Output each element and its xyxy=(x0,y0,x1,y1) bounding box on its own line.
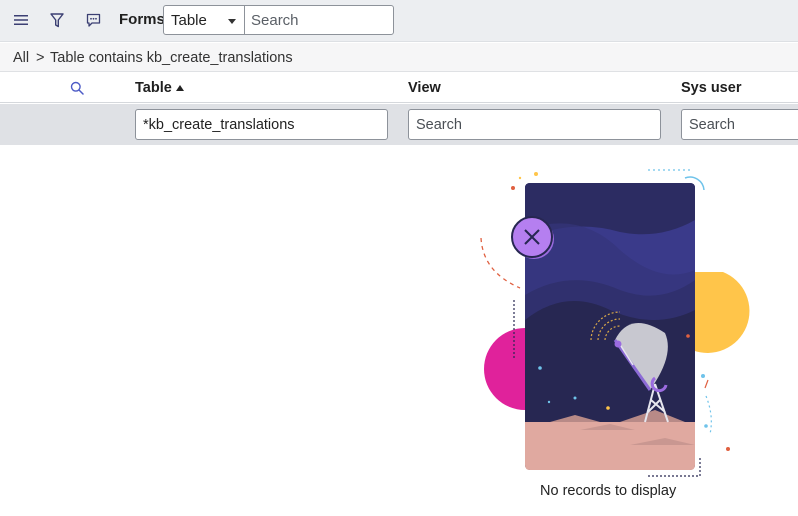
magnifier-icon[interactable] xyxy=(70,81,84,100)
breadcrumb-all-link[interactable]: All xyxy=(13,50,29,66)
chevron-down-icon xyxy=(228,19,236,24)
breadcrumb: All > Table contains kb_create_translati… xyxy=(0,43,798,72)
empty-state-message: No records to display xyxy=(540,483,677,499)
column-header-sys-user[interactable]: Sys user xyxy=(681,80,741,96)
satellite-dish-empty-state xyxy=(470,160,750,480)
table-filter-input[interactable] xyxy=(135,109,388,140)
chat-bubble-icon[interactable] xyxy=(81,9,105,31)
page-title: Forms xyxy=(119,11,165,28)
sys-user-filter-input[interactable] xyxy=(681,109,798,140)
column-header-view[interactable]: View xyxy=(408,80,441,96)
hamburger-menu-icon[interactable] xyxy=(9,9,33,31)
view-filter-input[interactable] xyxy=(408,109,661,140)
breadcrumb-filter-link[interactable]: Table contains kb_create_translations xyxy=(50,50,293,66)
list-toolbar: Forms Table xyxy=(0,0,798,42)
search-input[interactable] xyxy=(244,5,394,35)
funnel-filter-icon[interactable] xyxy=(45,9,69,31)
column-filter-row xyxy=(0,104,798,145)
sort-ascending-icon[interactable] xyxy=(176,85,184,91)
breadcrumb-separator: > xyxy=(36,50,45,66)
column-header-table[interactable]: Table xyxy=(135,80,172,96)
table-header-row: Table View Sys user xyxy=(0,73,798,103)
